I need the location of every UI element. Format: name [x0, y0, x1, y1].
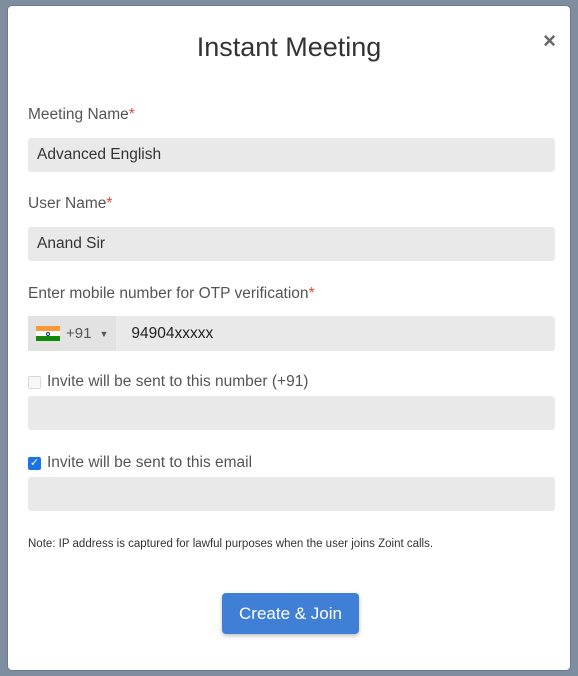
user-name-label-text: User Name — [28, 195, 107, 212]
mobile-label: Enter mobile number for OTP verification… — [28, 285, 315, 303]
phone-input-group: +91 ▼ 94904xxxxx — [28, 316, 555, 351]
chevron-down-icon: ▼ — [99, 328, 109, 339]
invite-email-label: Invite will be sent to this email — [47, 454, 253, 471]
country-code: +91 — [66, 325, 92, 342]
invite-email-row: ✓ Invite will be sent to this email — [28, 454, 252, 472]
instant-meeting-dialog: Instant Meeting × Meeting Name* Advanced… — [8, 6, 570, 670]
close-icon[interactable]: × — [543, 28, 556, 54]
meeting-name-label-text: Meeting Name — [28, 106, 129, 123]
user-name-input[interactable]: Anand Sir — [28, 227, 555, 261]
invite-number-checkbox[interactable] — [28, 375, 41, 389]
meeting-name-input[interactable]: Advanced English — [28, 138, 555, 172]
invite-number-input[interactable] — [28, 396, 555, 430]
legal-note: Note: IP address is captured for lawful … — [28, 538, 434, 550]
phone-number-input[interactable]: 94904xxxxx — [117, 325, 213, 343]
invite-email-checkbox[interactable]: ✓ — [28, 456, 41, 470]
mobile-label-text: Enter mobile number for OTP verification — [28, 285, 309, 302]
country-code-dropdown[interactable]: +91 ▼ — [28, 316, 118, 351]
invite-email-input[interactable] — [28, 477, 555, 511]
invite-number-label: Invite will be sent to this number (+91) — [47, 373, 309, 390]
invite-number-row: Invite will be sent to this number (+91) — [28, 373, 308, 391]
create-join-button[interactable]: Create & Join — [222, 593, 359, 634]
required-mark: * — [308, 285, 315, 302]
required-mark: * — [106, 195, 113, 212]
required-mark: * — [128, 106, 135, 123]
meeting-name-label: Meeting Name* — [28, 106, 135, 124]
dialog-title: Instant Meeting — [196, 32, 382, 62]
user-name-label: User Name* — [28, 195, 112, 213]
india-flag-icon — [36, 325, 60, 342]
